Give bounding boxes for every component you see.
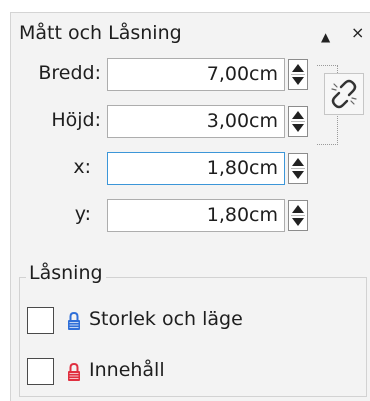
spin-down-icon[interactable] (292, 124, 304, 132)
x-input[interactable]: 1,80cm (107, 152, 285, 185)
height-spinner[interactable] (288, 106, 308, 137)
blue-lock-icon (68, 311, 80, 330)
broken-chain-icon (331, 79, 357, 109)
lock-size-position-checkbox[interactable] (27, 307, 54, 334)
dimensions-and-locking-panel: Mått och Låsning ▲ × Bredd: 7,00cm Höjd:… (10, 12, 370, 401)
spin-down-icon[interactable] (292, 218, 304, 226)
x-value: 1,80cm (206, 157, 278, 179)
spin-up-icon[interactable] (292, 158, 304, 166)
spin-up-icon[interactable] (292, 64, 304, 72)
spin-down-icon[interactable] (292, 77, 304, 85)
close-panel-button[interactable]: × (351, 23, 364, 43)
lock-size-position-label: Storlek och läge (89, 308, 243, 330)
width-input[interactable]: 7,00cm (107, 58, 285, 91)
y-input[interactable]: 1,80cm (107, 199, 285, 232)
red-lock-icon (68, 362, 80, 381)
collapse-panel-button[interactable]: ▲ (321, 27, 330, 47)
panel-title: Mått och Låsning (19, 22, 182, 44)
y-spinner[interactable] (288, 200, 308, 231)
locking-group-title: Låsning (26, 262, 106, 284)
lock-content-label: Innehåll (89, 359, 165, 381)
width-value: 7,00cm (206, 63, 278, 85)
width-spinner[interactable] (288, 59, 308, 90)
height-value: 3,00cm (206, 110, 278, 132)
spin-down-icon[interactable] (292, 171, 304, 179)
x-spinner[interactable] (288, 153, 308, 184)
keep-ratio-button[interactable] (324, 73, 364, 115)
lock-content-checkbox[interactable] (27, 358, 54, 385)
y-label: y: (74, 203, 91, 225)
spin-up-icon[interactable] (292, 205, 304, 213)
y-value: 1,80cm (206, 204, 278, 226)
height-input[interactable]: 3,00cm (107, 105, 285, 138)
height-label: Höjd: (51, 109, 101, 131)
width-label: Bredd: (38, 62, 101, 84)
x-label: x: (73, 156, 91, 178)
spin-up-icon[interactable] (292, 111, 304, 119)
